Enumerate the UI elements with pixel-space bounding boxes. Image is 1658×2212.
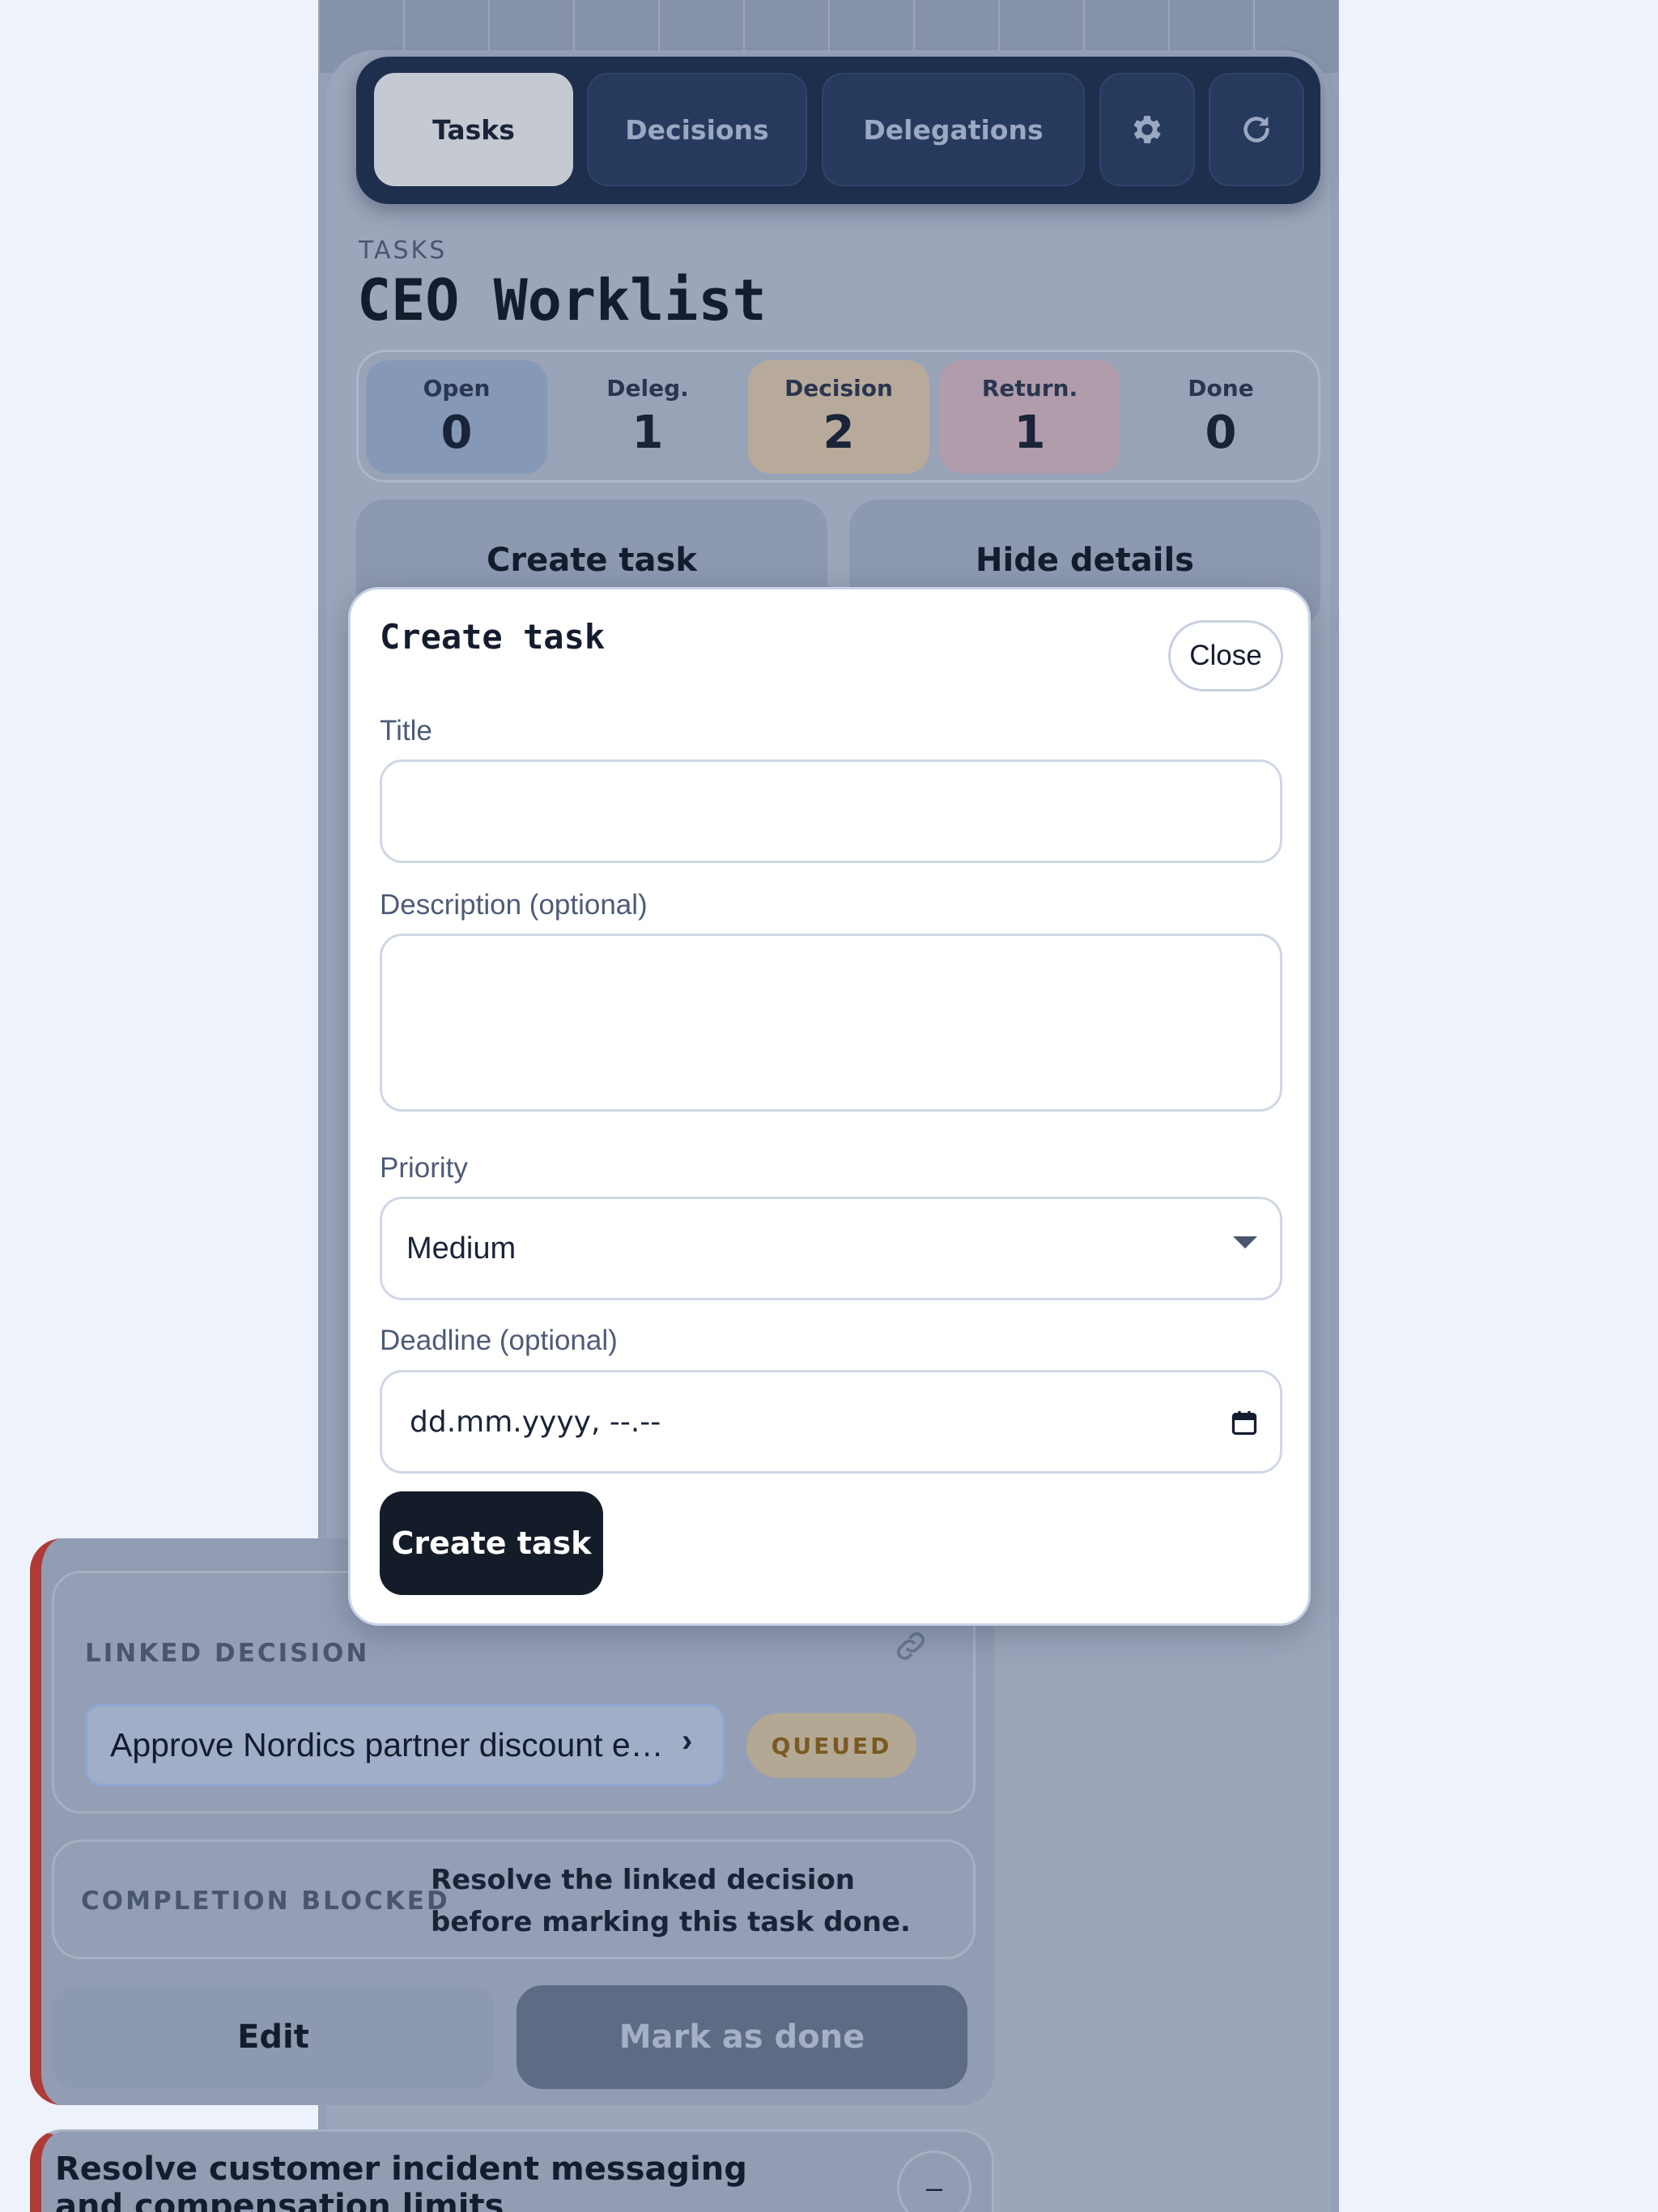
counter-value: 0 bbox=[1205, 406, 1237, 459]
counter-label: Return. bbox=[981, 375, 1078, 402]
counter-done[interactable]: Done 0 bbox=[1130, 360, 1312, 474]
page-title: CEO Worklist bbox=[357, 267, 767, 334]
create-task-dialog: Create task Close Title Description (opt… bbox=[348, 587, 1311, 1626]
deadline-placeholder: dd.mm.yyyy, --.-- bbox=[410, 1405, 661, 1439]
counter-label: Done bbox=[1188, 375, 1254, 402]
description-textarea[interactable] bbox=[380, 934, 1282, 1112]
completion-blocked-label: COMPLETION BLOCKED bbox=[81, 1887, 450, 1916]
chevron-down-icon bbox=[1233, 1236, 1257, 1249]
status-badge: QUEUED bbox=[746, 1713, 916, 1778]
chevron-right-icon: › bbox=[682, 1723, 693, 1759]
counter-delegated[interactable]: Deleg. 1 bbox=[557, 360, 738, 474]
priority-label: Priority bbox=[380, 1152, 468, 1184]
tab-decisions[interactable]: Decisions bbox=[587, 73, 807, 186]
calendar-icon[interactable] bbox=[1230, 1408, 1259, 1437]
counter-value: 1 bbox=[631, 406, 664, 459]
mark-done-button[interactable]: Mark as done bbox=[517, 1985, 967, 2089]
title-label: Title bbox=[380, 715, 432, 747]
task-title[interactable]: Resolve customer incident messaging and … bbox=[55, 2150, 784, 2212]
priority-value: Medium bbox=[406, 1231, 517, 1266]
close-button[interactable]: Close bbox=[1168, 620, 1283, 691]
deadline-input[interactable]: dd.mm.yyyy, --.-- bbox=[380, 1370, 1282, 1474]
completion-blocked-message: Resolve the linked decision before marki… bbox=[431, 1864, 911, 1938]
counter-value: 0 bbox=[440, 406, 473, 459]
dialog-title: Create task bbox=[380, 617, 606, 657]
status-counters: Open 0 Deleg. 1 Decision 2 Return. 1 Don… bbox=[356, 350, 1320, 483]
deadline-label: Deadline (optional) bbox=[380, 1325, 618, 1356]
description-label: Description (optional) bbox=[380, 889, 648, 921]
section-eyebrow: TASKS bbox=[359, 236, 448, 265]
refresh-button[interactable] bbox=[1209, 73, 1304, 186]
counter-returned[interactable]: Return. 1 bbox=[939, 360, 1120, 474]
linked-decision-link[interactable]: Approve Nordics partner discount e… bbox=[85, 1704, 725, 1786]
edit-button[interactable]: Edit bbox=[52, 1985, 495, 2089]
create-task-submit-button[interactable]: Create task bbox=[380, 1491, 603, 1595]
top-navigation: Tasks Decisions Delegations bbox=[356, 57, 1320, 204]
title-input[interactable] bbox=[380, 759, 1282, 863]
counter-label: Deleg. bbox=[606, 375, 689, 402]
counter-label: Decision bbox=[784, 375, 893, 402]
linked-decision-label: LINKED DECISION bbox=[85, 1639, 370, 1668]
counter-decision[interactable]: Decision 2 bbox=[748, 360, 929, 474]
link-icon bbox=[897, 1632, 925, 1660]
tab-delegations[interactable]: Delegations bbox=[822, 73, 1085, 186]
counter-value: 2 bbox=[823, 406, 855, 459]
gear-icon bbox=[1133, 116, 1161, 143]
counter-label: Open bbox=[423, 375, 491, 402]
settings-button[interactable] bbox=[1099, 73, 1195, 186]
counter-open[interactable]: Open 0 bbox=[366, 360, 547, 474]
priority-select[interactable]: Medium bbox=[380, 1197, 1282, 1300]
counter-value: 1 bbox=[1014, 406, 1046, 459]
refresh-icon bbox=[1244, 116, 1269, 143]
tab-tasks[interactable]: Tasks bbox=[374, 73, 573, 186]
